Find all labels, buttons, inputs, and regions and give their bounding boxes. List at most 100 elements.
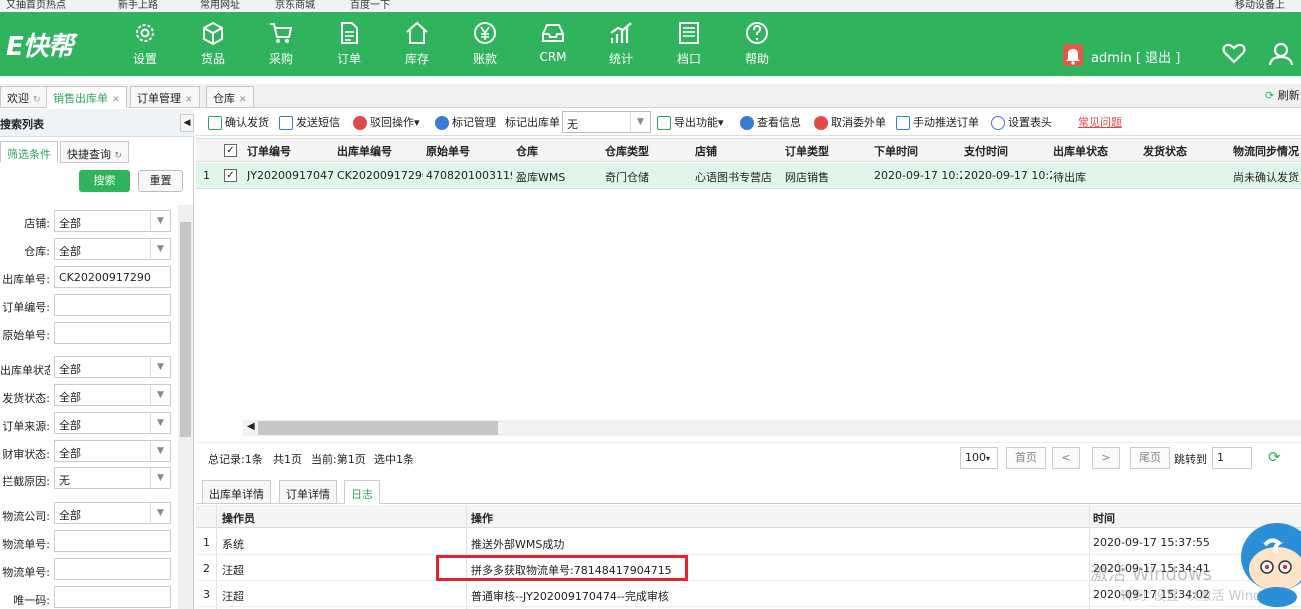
refresh-icon[interactable]: ⟳ bbox=[1268, 448, 1281, 466]
set-header-button[interactable]: 设置表头 bbox=[991, 114, 1052, 130]
intercept-reason-select[interactable]: 无 ▼ bbox=[54, 467, 171, 489]
heart-icon[interactable] bbox=[1222, 42, 1246, 67]
tab-welcome[interactable]: 欢迎 ↻ bbox=[0, 86, 48, 108]
prev-page-icon[interactable]: < bbox=[1052, 447, 1080, 469]
table-row[interactable]: 1 ✓ JY202009170474 CK20200917290 4708201… bbox=[196, 163, 1301, 189]
nav-inventory[interactable]: 库存 bbox=[387, 20, 447, 67]
tab-log[interactable]: 日志 bbox=[344, 480, 380, 504]
filter-label: 财审状态: bbox=[2, 448, 50, 461]
shop-select[interactable]: 全部 ▼ bbox=[54, 210, 171, 232]
search-panel-title: 搜索列表 bbox=[0, 109, 194, 137]
nav-statistics[interactable]: 统计 bbox=[591, 20, 651, 67]
collapse-icon[interactable]: ◀ bbox=[180, 114, 194, 132]
nav-crm[interactable]: CRM bbox=[523, 20, 583, 64]
row-index: 3 bbox=[203, 588, 210, 601]
logistics-company-select[interactable]: 全部 ▼ bbox=[54, 502, 171, 524]
tab-order-management[interactable]: 订单管理 ✕ bbox=[130, 86, 200, 108]
next-page-icon[interactable]: > bbox=[1092, 447, 1120, 469]
view-info-button[interactable]: 查看信息 bbox=[740, 114, 801, 130]
scrollbar-thumb[interactable] bbox=[258, 421, 498, 435]
tab-warehouse[interactable]: 仓库 ✕ bbox=[206, 86, 254, 108]
page-size-select[interactable]: 100▾ bbox=[960, 447, 998, 469]
close-icon[interactable]: ✕ bbox=[239, 95, 247, 105]
goto-page-input[interactable]: 1 bbox=[1212, 447, 1252, 469]
select-all-checkbox[interactable]: ✓ bbox=[224, 144, 237, 157]
faq-link[interactable]: 常见问题 bbox=[1078, 114, 1122, 130]
row-checkbox[interactable]: ✓ bbox=[224, 169, 237, 182]
tab-outbound-detail[interactable]: 出库单详情 bbox=[202, 480, 271, 504]
tab-filter-conditions[interactable]: 筛选条件 bbox=[0, 141, 58, 163]
order-source-select[interactable]: 全部 ▼ bbox=[54, 412, 171, 434]
column-header[interactable]: 原始单号 bbox=[426, 143, 470, 159]
column-header: 时间 bbox=[1093, 512, 1115, 525]
refresh-tab-icon[interactable]: ↻ bbox=[115, 151, 123, 161]
user-profile-icon[interactable] bbox=[1268, 42, 1294, 69]
mark-outbound-select[interactable]: 无 ▼ bbox=[562, 111, 651, 133]
nav-goods[interactable]: 货品 bbox=[183, 20, 243, 67]
filter-label: 拦截原因: bbox=[2, 475, 50, 488]
column-header[interactable]: 订单编号 bbox=[247, 143, 291, 159]
confirm-ship-button[interactable]: 确认发货 bbox=[208, 114, 269, 130]
last-page-button[interactable]: 尾页 bbox=[1130, 447, 1170, 469]
column-header[interactable]: 仓库类型 bbox=[605, 143, 649, 159]
column-header[interactable]: 仓库 bbox=[516, 143, 538, 159]
export-dropdown[interactable]: 导出功能▾ bbox=[657, 114, 724, 130]
nav-purchase[interactable]: 采购 bbox=[251, 20, 311, 67]
first-page-button[interactable]: 首页 bbox=[1006, 447, 1046, 469]
brand-logo[interactable]: E快帮 bbox=[6, 26, 74, 63]
reject-dropdown[interactable]: 驳回操作▾ bbox=[353, 114, 420, 130]
order-no-input[interactable] bbox=[54, 294, 171, 316]
filter-label: 出库单状态: bbox=[0, 364, 50, 377]
favorite-link[interactable]: 常用网址 bbox=[200, 0, 240, 11]
refresh-button[interactable]: ⟳ 刷新 bbox=[1265, 87, 1300, 103]
mark-manage-button[interactable]: 标记管理 bbox=[435, 114, 496, 130]
nav-settings[interactable]: 设置 bbox=[115, 20, 175, 67]
scroll-left-icon[interactable]: ◀ bbox=[247, 421, 255, 432]
nav-orders[interactable]: 订单 bbox=[319, 20, 379, 67]
notification-bell-icon[interactable] bbox=[1063, 44, 1083, 66]
column-header[interactable]: 出库单状态 bbox=[1053, 143, 1108, 159]
ship-status-select[interactable]: 全部 ▼ bbox=[54, 384, 171, 406]
logout-link[interactable]: [ 退出 ] bbox=[1136, 51, 1180, 66]
column-header[interactable]: 发货状态 bbox=[1143, 143, 1187, 159]
nav-help[interactable]: 帮助 bbox=[727, 20, 787, 67]
favorite-link[interactable]: 新手上路 bbox=[118, 0, 158, 11]
column-header[interactable]: 出库单编号 bbox=[337, 143, 392, 159]
close-icon[interactable]: ✕ bbox=[185, 95, 193, 105]
manual-push-button[interactable]: 手动推送订单 bbox=[896, 114, 979, 130]
column-header[interactable]: 下单时间 bbox=[874, 143, 918, 159]
refresh-tab-icon[interactable]: ↻ bbox=[33, 95, 41, 105]
favorite-link[interactable]: 又抽首页热点 bbox=[6, 0, 66, 11]
warehouse-select[interactable]: 全部 ▼ bbox=[54, 238, 171, 260]
original-no-input[interactable] bbox=[54, 322, 171, 344]
column-header[interactable]: 物流同步情况 bbox=[1233, 143, 1299, 159]
send-sms-button[interactable]: 发送短信 bbox=[279, 114, 340, 130]
tab-order-detail[interactable]: 订单详情 bbox=[279, 480, 337, 504]
column-header[interactable]: 支付时间 bbox=[964, 143, 1008, 159]
button-label: 导出功能 bbox=[674, 116, 718, 129]
tab-quick-query[interactable]: 快捷查询 ↻ bbox=[60, 141, 130, 163]
outbound-status-select[interactable]: 全部 ▼ bbox=[54, 356, 171, 378]
tab-sales-outbound[interactable]: 销售出库单 ✕ bbox=[46, 86, 127, 108]
column-header[interactable]: 店铺 bbox=[695, 143, 717, 159]
nav-accounts[interactable]: 账款 bbox=[455, 20, 515, 67]
column-header[interactable]: 订单类型 bbox=[785, 143, 829, 159]
scrollbar-thumb[interactable] bbox=[180, 222, 191, 437]
search-button[interactable]: 搜索 bbox=[79, 170, 130, 192]
reset-button[interactable]: 重置 bbox=[138, 170, 183, 192]
finance-status-select[interactable]: 全部 ▼ bbox=[54, 440, 171, 462]
nav-label: 设置 bbox=[132, 52, 157, 66]
favorites-bar: 又抽首页热点 新手上路 常用网址 京东商城 百度一下 移动设备上 bbox=[0, 0, 1301, 12]
favorite-link[interactable]: 百度一下 bbox=[350, 0, 390, 11]
outbound-no-input[interactable]: CK20200917290 bbox=[54, 266, 171, 288]
tracking-no-input-2[interactable] bbox=[54, 558, 171, 580]
mascot-icon[interactable] bbox=[1237, 517, 1301, 609]
close-icon[interactable]: ✕ bbox=[112, 95, 120, 105]
nav-stall[interactable]: 档口 bbox=[659, 20, 719, 67]
favorite-link[interactable]: 移动设备上 bbox=[1235, 0, 1285, 11]
cancel-outsource-button[interactable]: 取消委外单 bbox=[814, 114, 886, 130]
tracking-no-input[interactable] bbox=[54, 530, 171, 552]
unique-code-input[interactable] bbox=[54, 586, 171, 608]
windows-activation-watermark: 激活 Windows bbox=[1090, 564, 1213, 585]
favorite-link[interactable]: 京东商城 bbox=[275, 0, 315, 11]
